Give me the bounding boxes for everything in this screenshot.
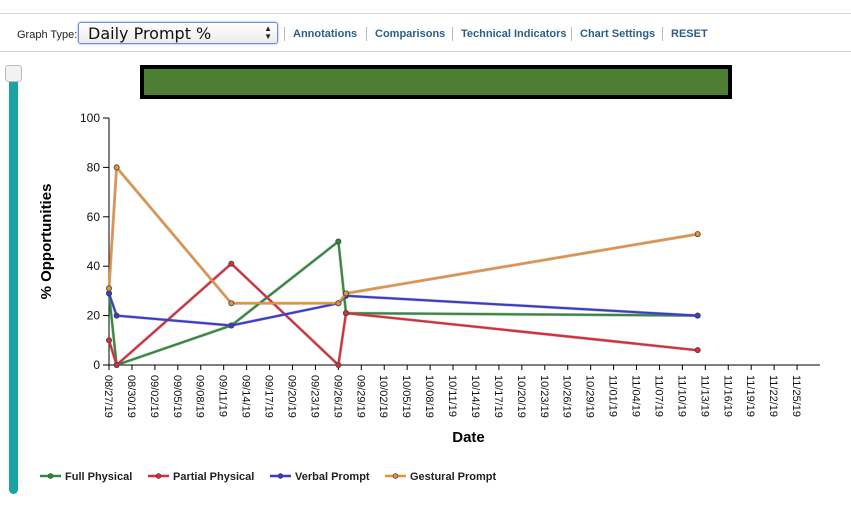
x-tick-label: 09/17/19 [263,375,275,418]
x-tick-label: 11/25/19 [790,375,802,417]
legend-full-physical-label: Full Physical [65,471,132,483]
x-tick-label: 09/02/19 [148,375,160,418]
series-verbal-prompt-point [106,290,113,297]
y-tick-label: 80 [87,160,101,174]
x-tick-label: 10/02/19 [377,375,389,418]
x-tick-label: 09/26/19 [331,375,343,418]
x-tick-label: 10/11/19 [446,375,458,417]
x-tick-label: 11/07/19 [652,375,664,417]
x-tick-label: 10/26/19 [561,375,573,418]
series-gestural-prompt-point [694,231,701,238]
x-tick-label: 08/30/19 [125,375,137,418]
x-tick-label: 09/14/19 [240,375,252,418]
y-tick-label: 40 [87,259,101,273]
legend-full-physical-marker [47,473,54,479]
x-tick-label: 11/19/19 [744,375,756,417]
x-tick-label: 11/01/19 [607,375,619,417]
x-axis-title: Date [452,429,485,446]
legend-partial-physical-marker [155,473,162,479]
series-gestural-prompt-point [342,290,349,297]
series-partial-physical-point [694,347,701,354]
series-partial-physical-point [335,361,342,368]
series-full-physical-point [335,238,342,245]
x-tick-label: 11/22/19 [767,375,779,417]
series-gestural-prompt-point [106,285,113,292]
x-tick-label: 10/17/19 [492,375,504,418]
series-partial-physical-point [106,337,113,344]
series-full-physical-line [108,239,698,367]
x-tick-label: 09/08/19 [194,375,206,418]
x-tick-label: 09/11/19 [217,375,229,417]
x-tick-label: 09/23/19 [308,375,320,418]
x-tick-label: 11/16/19 [721,375,733,417]
legend-gestural-prompt-label: Gestural Prompt [410,471,497,483]
x-tick-label: 11/13/19 [698,375,710,417]
y-tick-label: 100 [80,111,100,125]
series-gestural-prompt-point [335,300,342,307]
x-tick-label: 10/20/19 [515,375,527,418]
legend-gestural-prompt-marker [392,473,399,479]
series-gestural-prompt-line [108,164,698,305]
x-tick-label: 08/27/19 [102,375,114,418]
x-tick-label: 10/14/19 [469,375,481,418]
x-tick-label: 10/05/19 [400,375,412,418]
x-tick-label: 09/20/19 [285,375,297,418]
series-full-physical-shadow [107,238,698,368]
series-verbal-prompt-point [694,312,701,319]
y-axis-title: % Opportunities [38,184,55,300]
x-tick-label: 11/10/19 [675,375,687,417]
series-gestural-prompt-point [228,300,235,307]
y-tick-label: 0 [93,358,100,372]
series-gestural-prompt-point [113,164,120,171]
chart: 0 20 40 60 80 100 08/27/19 08/30/19 09/02/19 09/0… [38,111,820,483]
x-tick-label: 10/29/19 [584,375,596,418]
legend-verbal-prompt-label: Verbal Prompt [295,471,370,483]
y-tick-label: 20 [87,309,101,323]
series-partial-physical-point [113,361,120,368]
series-partial-physical-point [342,310,349,317]
y-tick-label: 60 [87,210,101,224]
series-verbal-prompt-point [113,312,120,319]
series-partial-physical-point [228,260,235,267]
x-tick-label: 11/04/19 [630,375,642,417]
series-verbal-prompt-point [228,322,235,329]
legend-verbal-prompt-marker [277,473,284,479]
x-tick-label: 09/05/19 [171,375,183,418]
x-tick-label: 10/08/19 [423,375,435,418]
x-tick-label: 10/23/19 [538,375,550,418]
x-tick-label: 09/29/19 [354,375,366,418]
legend-partial-physical-label: Partial Physical [173,471,254,483]
